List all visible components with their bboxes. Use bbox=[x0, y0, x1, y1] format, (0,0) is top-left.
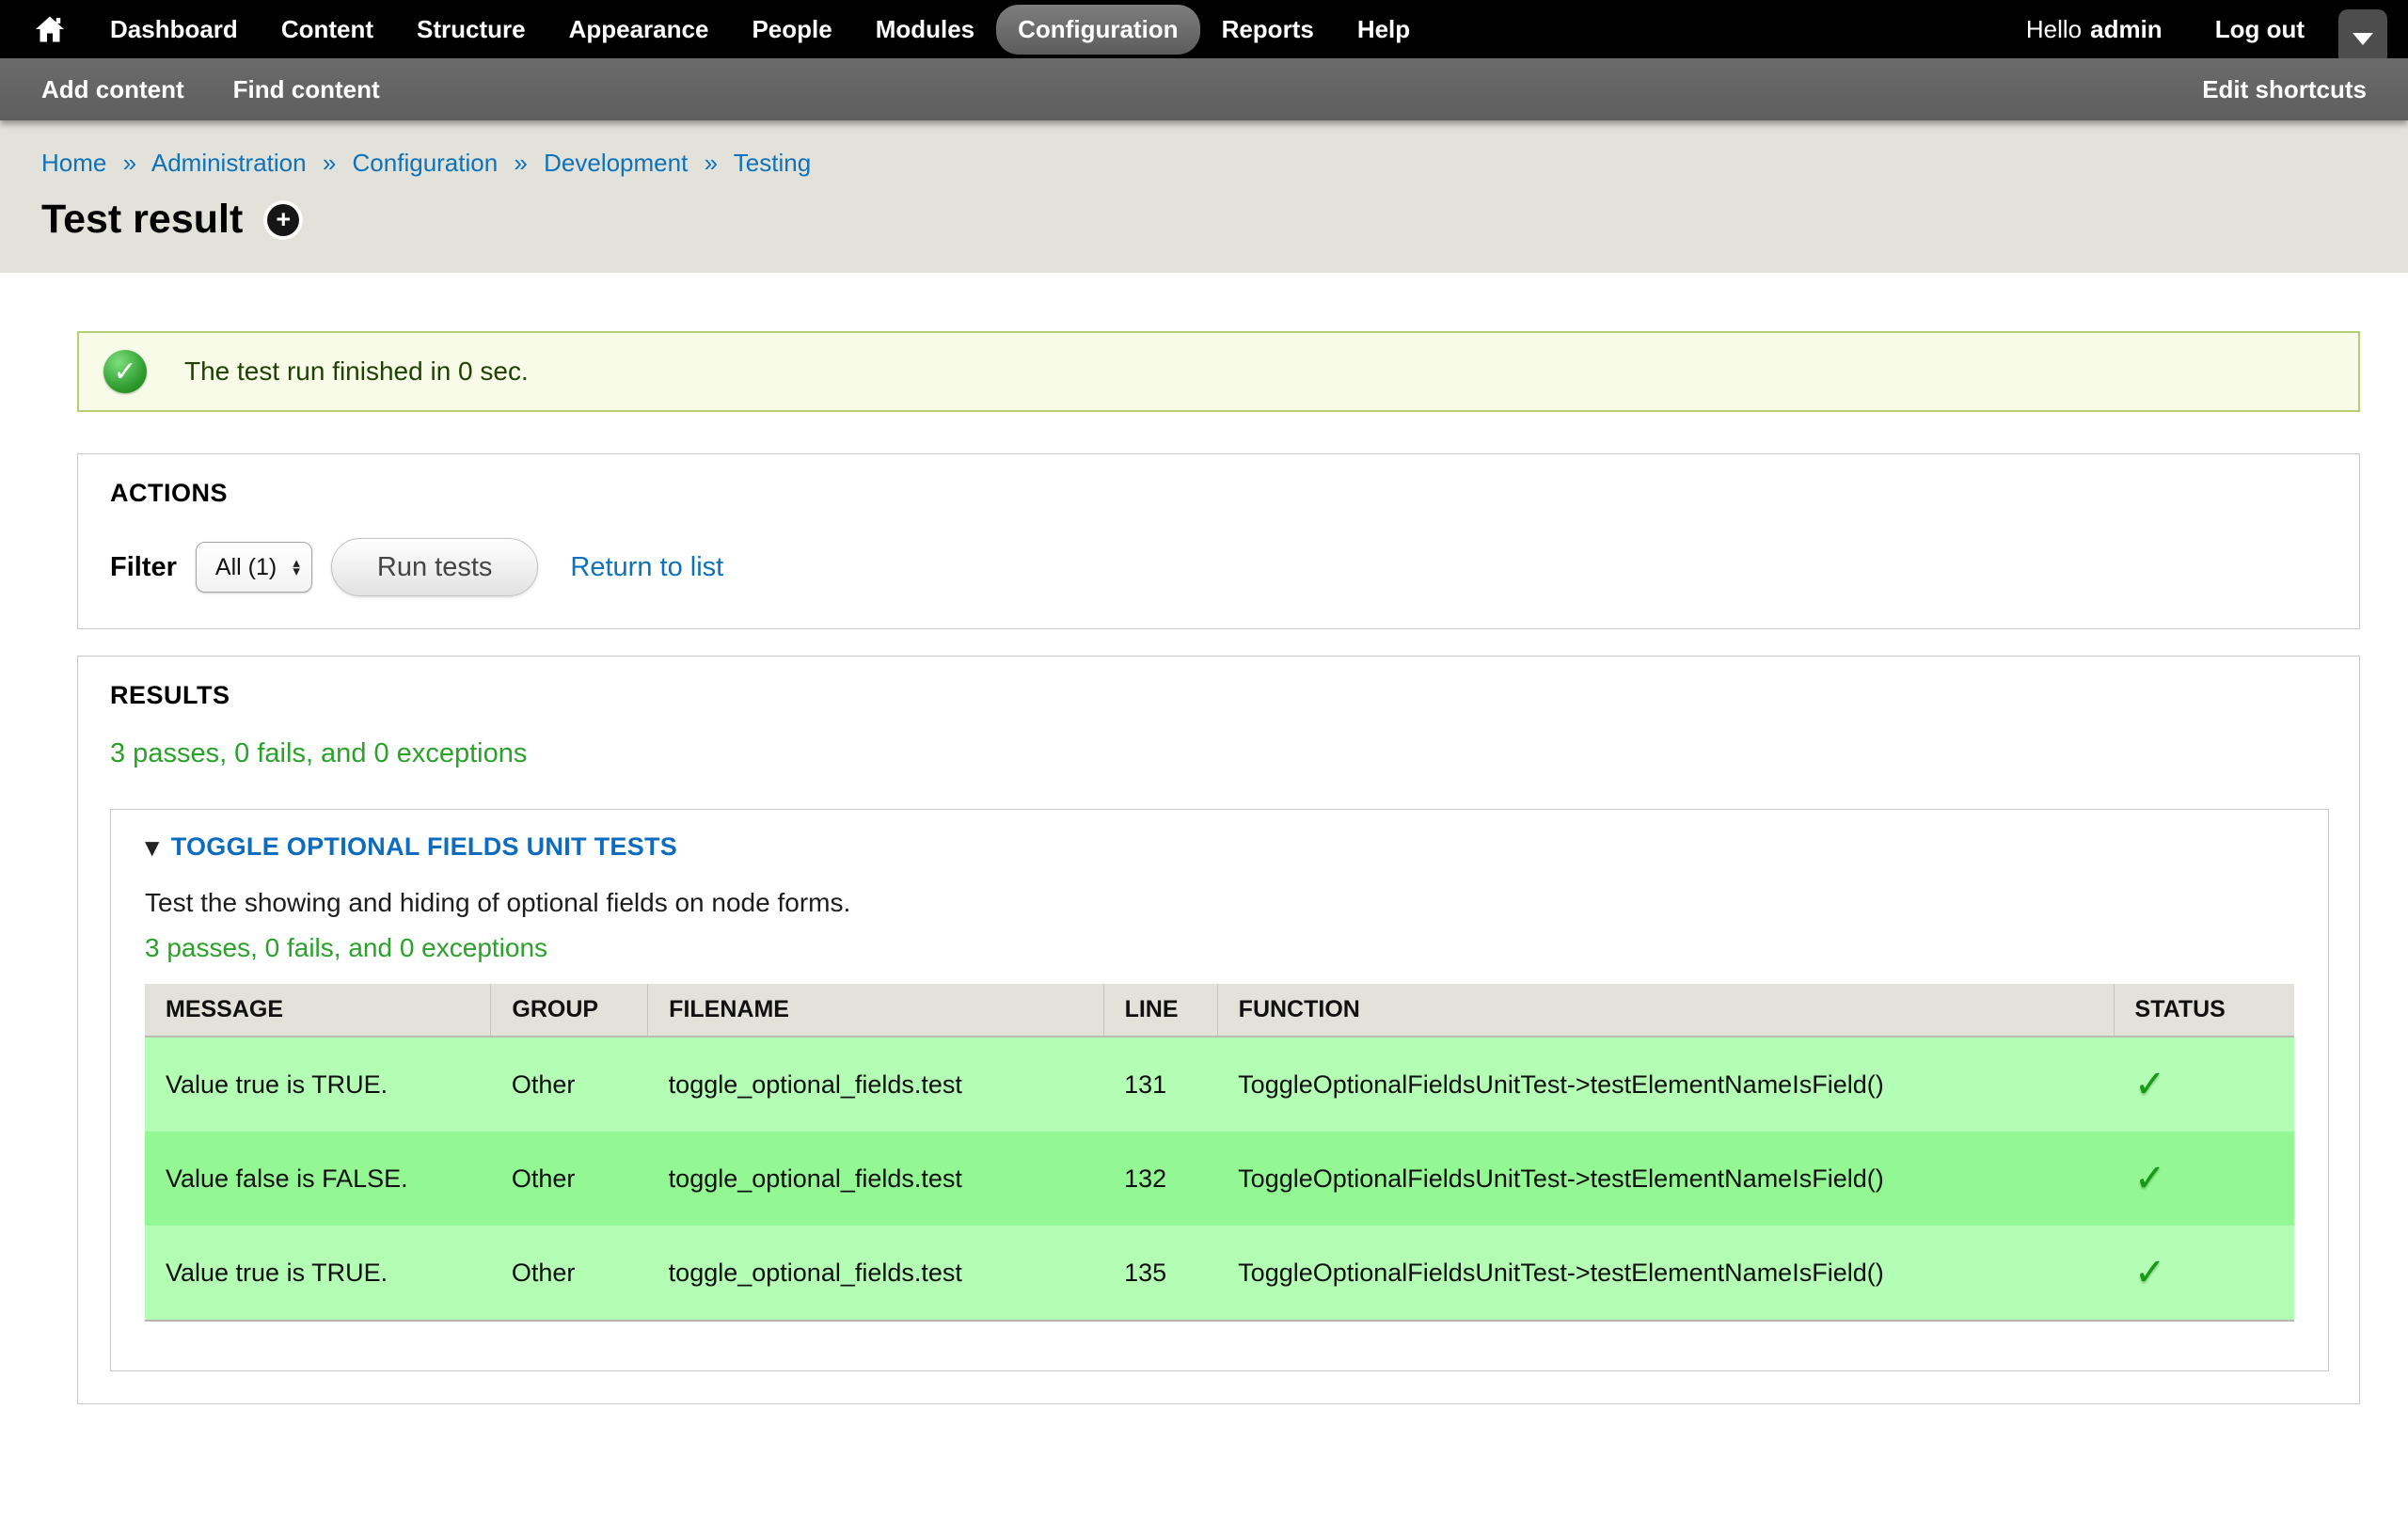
cell-line: 131 bbox=[1103, 1037, 1217, 1132]
cell-line: 132 bbox=[1103, 1132, 1217, 1226]
breadcrumb-development[interactable]: Development bbox=[544, 149, 688, 177]
breadcrumb-separator: » bbox=[323, 149, 336, 177]
cell-function: ToggleOptionalFieldsUnitTest->testElemen… bbox=[1217, 1226, 2114, 1321]
table-row: Value false is FALSE. Other toggle_optio… bbox=[145, 1132, 2294, 1226]
test-group-fieldset: ▼ TOGGLE OPTIONAL FIELDS UNIT TESTS Test… bbox=[110, 809, 2329, 1371]
test-group-title: TOGGLE OPTIONAL FIELDS UNIT TESTS bbox=[171, 832, 677, 862]
cell-function: ToggleOptionalFieldsUnitTest->testElemen… bbox=[1217, 1132, 2114, 1226]
menu-item-modules[interactable]: Modules bbox=[854, 5, 996, 55]
toolbar-user-area: Hello admin Log out bbox=[2026, 15, 2305, 44]
menu-item-structure[interactable]: Structure bbox=[395, 5, 547, 55]
cell-group: Other bbox=[491, 1132, 648, 1226]
col-header-function: FUNCTION bbox=[1217, 984, 2114, 1037]
page-title: Test result bbox=[41, 197, 243, 243]
breadcrumb: Home » Administration » Configuration » … bbox=[41, 149, 2367, 178]
username: admin bbox=[2090, 15, 2162, 43]
menu-item-appearance[interactable]: Appearance bbox=[547, 5, 731, 55]
pass-check-icon: ✓ bbox=[2134, 1063, 2166, 1106]
filter-label: Filter bbox=[110, 552, 177, 583]
collapse-caret-icon: ▼ bbox=[145, 836, 160, 859]
status-ok-icon: ✓ bbox=[103, 350, 147, 393]
table-row: Value true is TRUE. Other toggle_optiona… bbox=[145, 1037, 2294, 1132]
cell-message: Value true is TRUE. bbox=[145, 1037, 491, 1132]
cell-message: Value false is FALSE. bbox=[145, 1132, 491, 1226]
test-group-description: Test the showing and hiding of optional … bbox=[145, 888, 2294, 918]
return-to-list-link[interactable]: Return to list bbox=[570, 552, 723, 583]
test-group-toggle[interactable]: ▼ TOGGLE OPTIONAL FIELDS UNIT TESTS bbox=[145, 832, 2294, 862]
shortcut-links: Add content Find content bbox=[41, 75, 380, 104]
cell-line: 135 bbox=[1103, 1226, 1217, 1321]
cell-function: ToggleOptionalFieldsUnitTest->testElemen… bbox=[1217, 1037, 2114, 1132]
user-greeting: Hello admin bbox=[2026, 15, 2162, 44]
test-group-summary: 3 passes, 0 fails, and 0 exceptions bbox=[145, 933, 2294, 963]
admin-menu: Dashboard Content Structure Appearance P… bbox=[23, 5, 1432, 55]
cell-group: Other bbox=[491, 1037, 648, 1132]
chevron-down-icon bbox=[2353, 33, 2373, 45]
add-shortcut-plus-icon[interactable]: + bbox=[267, 204, 299, 236]
status-message: ✓ The test run finished in 0 sec. bbox=[77, 331, 2360, 412]
logout-link[interactable]: Log out bbox=[2215, 15, 2305, 44]
cell-status: ✓ bbox=[2114, 1037, 2294, 1132]
breadcrumb-testing[interactable]: Testing bbox=[734, 149, 811, 177]
cell-filename: toggle_optional_fields.test bbox=[648, 1226, 1103, 1321]
cell-filename: toggle_optional_fields.test bbox=[648, 1037, 1103, 1132]
greeting-prefix: Hello bbox=[2026, 15, 2082, 43]
admin-toolbar: Dashboard Content Structure Appearance P… bbox=[0, 0, 2408, 58]
cell-status: ✓ bbox=[2114, 1132, 2294, 1226]
col-header-filename: FILENAME bbox=[648, 984, 1103, 1037]
status-message-text: The test run finished in 0 sec. bbox=[184, 356, 529, 387]
filter-select-value: All (1) bbox=[215, 554, 277, 581]
col-header-line: LINE bbox=[1103, 984, 1217, 1037]
test-results-table: MESSAGE GROUP FILENAME LINE FUNCTION STA… bbox=[145, 984, 2294, 1322]
menu-item-configuration[interactable]: Configuration bbox=[996, 5, 1199, 55]
actions-fieldset: ACTIONS Filter All (1) ▴▾ Run tests Retu… bbox=[77, 453, 2360, 629]
actions-legend: ACTIONS bbox=[110, 479, 2329, 508]
pass-check-icon: ✓ bbox=[2134, 1157, 2166, 1200]
breadcrumb-home[interactable]: Home bbox=[41, 149, 106, 177]
edit-shortcuts-link[interactable]: Edit shortcuts bbox=[2202, 75, 2367, 104]
results-fieldset: RESULTS 3 passes, 0 fails, and 0 excepti… bbox=[77, 656, 2360, 1404]
home-icon[interactable] bbox=[23, 16, 88, 42]
col-header-message: MESSAGE bbox=[145, 984, 491, 1037]
table-row: Value true is TRUE. Other toggle_optiona… bbox=[145, 1226, 2294, 1321]
filter-select[interactable]: All (1) ▴▾ bbox=[196, 542, 312, 593]
results-legend: RESULTS bbox=[110, 681, 2329, 710]
shortcut-find-content[interactable]: Find content bbox=[233, 75, 380, 104]
shortcut-bar: Add content Find content Edit shortcuts bbox=[0, 58, 2408, 120]
cell-status: ✓ bbox=[2114, 1226, 2294, 1321]
pass-check-icon: ✓ bbox=[2134, 1251, 2166, 1294]
breadcrumb-configuration[interactable]: Configuration bbox=[353, 149, 499, 177]
select-spinner-icon: ▴▾ bbox=[293, 559, 300, 577]
main-content: ✓ The test run finished in 0 sec. ACTION… bbox=[0, 273, 2408, 1536]
toolbar-toggle-button[interactable] bbox=[2338, 9, 2387, 58]
col-header-status: STATUS bbox=[2114, 984, 2294, 1037]
cell-group: Other bbox=[491, 1226, 648, 1321]
col-header-group: GROUP bbox=[491, 984, 648, 1037]
page-header: Home » Administration » Configuration » … bbox=[0, 120, 2408, 273]
breadcrumb-administration[interactable]: Administration bbox=[151, 149, 307, 177]
menu-item-content[interactable]: Content bbox=[260, 5, 395, 55]
menu-item-reports[interactable]: Reports bbox=[1200, 5, 1336, 55]
menu-item-dashboard[interactable]: Dashboard bbox=[88, 5, 260, 55]
breadcrumb-separator: » bbox=[514, 149, 527, 177]
menu-item-help[interactable]: Help bbox=[1336, 5, 1432, 55]
cell-filename: toggle_optional_fields.test bbox=[648, 1132, 1103, 1226]
menu-item-people[interactable]: People bbox=[730, 5, 853, 55]
breadcrumb-separator: » bbox=[705, 149, 718, 177]
results-summary: 3 passes, 0 fails, and 0 exceptions bbox=[110, 738, 2329, 769]
breadcrumb-separator: » bbox=[123, 149, 136, 177]
run-tests-button[interactable]: Run tests bbox=[331, 538, 539, 596]
shortcut-add-content[interactable]: Add content bbox=[41, 75, 184, 104]
cell-message: Value true is TRUE. bbox=[145, 1226, 491, 1321]
table-header-row: MESSAGE GROUP FILENAME LINE FUNCTION STA… bbox=[145, 984, 2294, 1037]
